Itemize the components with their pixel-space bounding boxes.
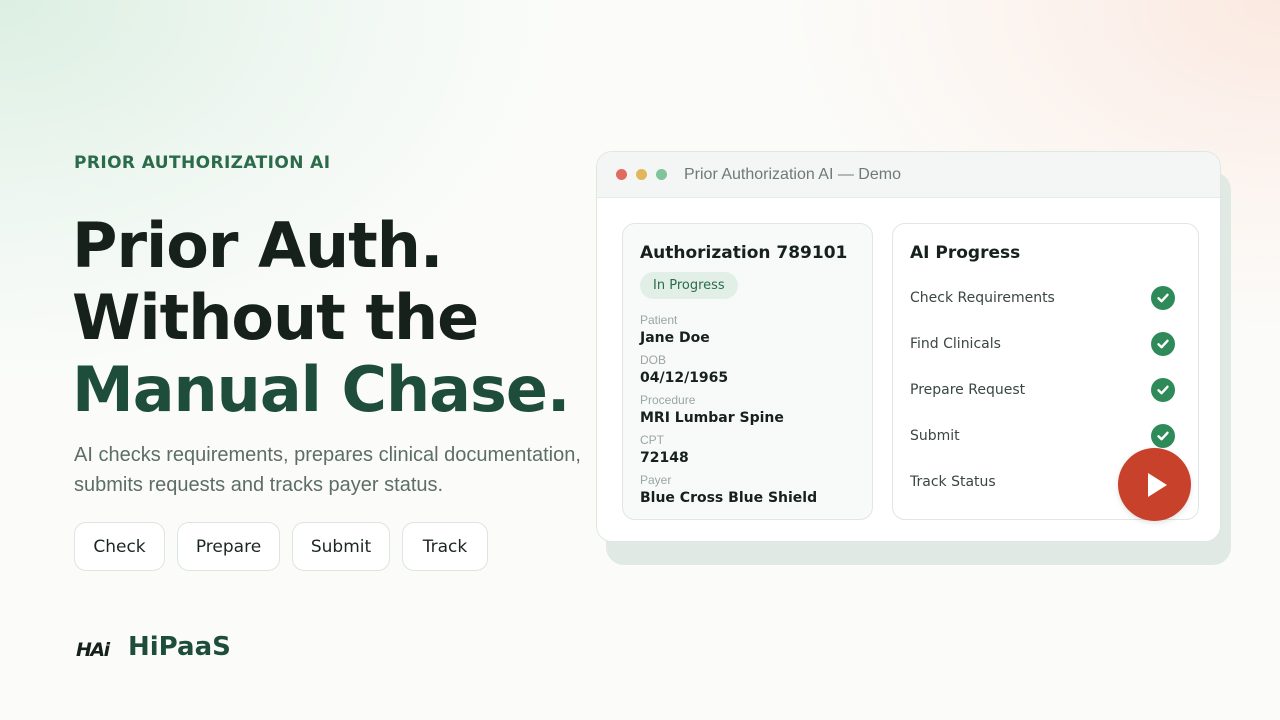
status-badge: In Progress <box>640 272 738 299</box>
hero-subtext: AI checks requirements, prepares clinica… <box>74 444 581 496</box>
step-check-requirements: Check Requirements <box>910 275 1178 321</box>
play-icon <box>1147 472 1167 497</box>
step-label: Submit <box>910 428 960 444</box>
field-value: 72148 <box>640 450 689 466</box>
field-value: MRI Lumbar Spine <box>640 410 784 426</box>
logo-mark-text: HAi <box>76 639 111 661</box>
dob-field: DOB 04/12/1965 <box>640 352 856 388</box>
step-label: Check Requirements <box>910 290 1055 306</box>
step-label: Track Status <box>910 474 996 490</box>
step-label: Prepare Request <box>910 382 1026 398</box>
step-find-clinicals: Find Clinicals <box>910 321 1178 367</box>
field-label: CPT <box>640 433 664 447</box>
feature-pill-row: Check Prepare Submit Track <box>74 522 488 571</box>
check-pill-button[interactable]: Check <box>74 522 165 571</box>
field-label: DOB <box>640 353 667 367</box>
procedure-field: Procedure MRI Lumbar Spine <box>640 392 856 428</box>
authorization-fields: Patient Jane Doe DOB 04/12/1965 Procedur… <box>640 312 856 508</box>
maximize-dot-icon[interactable] <box>656 169 667 180</box>
headline-line-3: Manual Chase. <box>72 353 570 426</box>
submit-pill-button[interactable]: Submit <box>292 522 390 571</box>
headline-line-2: Without the <box>72 281 479 354</box>
field-value: 04/12/1965 <box>640 370 729 386</box>
field-label: Patient <box>640 313 678 327</box>
headline-line-1: Prior Auth. <box>72 209 443 282</box>
close-dot-icon[interactable] <box>616 169 627 180</box>
check-circle-icon <box>1151 378 1175 402</box>
eyebrow-label: PRIOR AUTHORIZATION AI <box>74 153 331 173</box>
check-circle-icon <box>1151 332 1175 356</box>
window-titlebar: Prior Authorization AI — Demo <box>597 152 1220 198</box>
check-circle-icon <box>1151 286 1175 310</box>
payer-field: Payer Blue Cross Blue Shield <box>640 472 856 508</box>
authorization-title: Authorization 789101 <box>640 243 848 263</box>
prepare-pill-button[interactable]: Prepare <box>177 522 280 571</box>
track-pill-button[interactable]: Track <box>402 522 488 571</box>
field-label: Procedure <box>640 393 696 407</box>
brand-name: HiPaaS <box>128 632 231 662</box>
cpt-field: CPT 72148 <box>640 432 856 468</box>
check-circle-icon <box>1151 424 1175 448</box>
hero-headline: Prior Auth. Without the Manual Chase. <box>72 209 570 426</box>
step-label: Find Clinicals <box>910 336 1001 352</box>
authorization-card: Authorization 789101 In Progress Patient… <box>622 223 873 520</box>
step-prepare-request: Prepare Request <box>910 367 1178 413</box>
patient-field: Patient Jane Doe <box>640 312 856 348</box>
play-button[interactable] <box>1118 448 1191 521</box>
brand-logo[interactable]: HAi HiPaaS <box>76 632 231 662</box>
field-value: Jane Doe <box>640 330 710 346</box>
hipaas-logo-icon: HAi <box>76 639 112 661</box>
progress-title: AI Progress <box>910 243 1021 263</box>
window-title: Prior Authorization AI — Demo <box>684 165 901 183</box>
minimize-dot-icon[interactable] <box>636 169 647 180</box>
field-label: Payer <box>640 473 672 487</box>
field-value: Blue Cross Blue Shield <box>640 490 818 506</box>
